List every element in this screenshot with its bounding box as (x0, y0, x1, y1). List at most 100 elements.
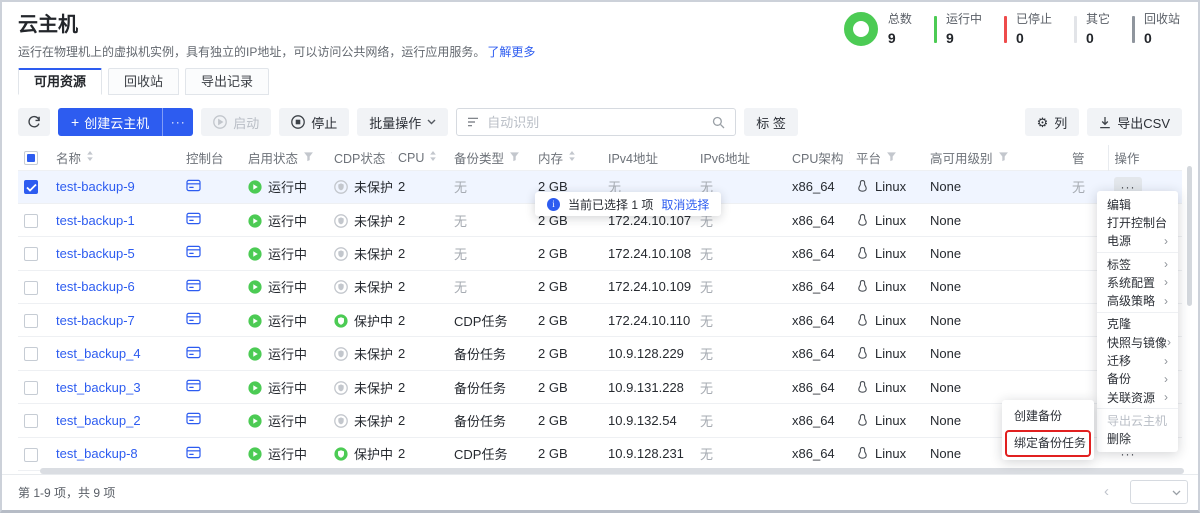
console-icon[interactable] (186, 212, 201, 225)
tag-button[interactable]: 标 签 (744, 108, 798, 136)
menu-item-system-config[interactable]: 系统配置› (1097, 273, 1178, 291)
start-button[interactable]: 启动 (201, 108, 271, 136)
submenu-item-bind-backup-task[interactable]: 绑定备份任务 (1005, 430, 1091, 457)
vm-name-link[interactable]: test-backup-5 (56, 246, 135, 261)
vm-name-link[interactable]: test-backup-1 (56, 213, 135, 228)
menu-item-clone[interactable]: 克隆 (1097, 315, 1178, 333)
column-header-cpu[interactable]: CPU (392, 145, 448, 170)
download-icon (1099, 116, 1111, 129)
column-header-memory[interactable]: 内存 (532, 145, 602, 170)
vm-name-link[interactable]: test-backup-7 (56, 313, 135, 328)
row-checkbox[interactable] (24, 180, 38, 194)
console-icon[interactable] (186, 446, 201, 459)
column-header-platform[interactable]: 平台 (850, 145, 924, 170)
column-header-ha-level[interactable]: 高可用级别 (924, 145, 1066, 170)
stat-label: 回收站 (1144, 12, 1180, 28)
row-checkbox[interactable] (24, 247, 38, 261)
menu-item-backup[interactable]: 备份› (1097, 370, 1178, 388)
ipv6-value: 无 (700, 247, 713, 262)
batch-actions-button[interactable]: 批量操作 (357, 108, 448, 136)
learn-more-link[interactable]: 了解更多 (487, 45, 535, 59)
stat-color-bar (934, 16, 937, 43)
menu-item-delete[interactable]: 删除 (1097, 430, 1178, 448)
console-icon[interactable] (186, 412, 201, 425)
create-vm-more-button[interactable]: ··· (162, 108, 193, 136)
menu-divider (1097, 312, 1178, 313)
vm-name-link[interactable]: test-backup-9 (56, 179, 135, 194)
table-row: test-backup-5运行中未保护2无2 GB172.24.10.108无x… (18, 237, 1182, 270)
vm-name-link[interactable]: test_backup_2 (56, 413, 141, 428)
backup-type-value: 无 (454, 280, 467, 295)
vm-name-link[interactable]: test_backup_4 (56, 346, 141, 361)
create-vm-button[interactable]: +创建云主机 (58, 108, 162, 136)
tab-recycle-bin[interactable]: 回收站 (108, 68, 179, 95)
console-icon[interactable] (186, 279, 201, 292)
console-icon[interactable] (186, 379, 201, 392)
row-checkbox[interactable] (24, 414, 38, 428)
menu-item-edit[interactable]: 编辑 (1097, 195, 1178, 213)
column-header-cpu-arch[interactable]: CPU架构 (786, 145, 850, 170)
selection-toast-text: 当前已选择 1 项 (568, 196, 653, 213)
menu-item-power[interactable]: 电源› (1097, 232, 1178, 250)
vm-name-link[interactable]: test-backup-6 (56, 279, 135, 294)
stop-button[interactable]: 停止 (279, 108, 349, 136)
cdp-state-text: 保护中 (354, 314, 392, 329)
context-menu: 编辑打开控制台电源› 标签›系统配置›高级策略› 克隆快照与镜像›迁移›备份›关联资… (1097, 191, 1178, 452)
export-csv-button[interactable]: 导出CSV (1087, 108, 1182, 136)
ipv4-value: 10.9.132.54 (608, 413, 677, 428)
menu-item-related-resources[interactable]: 关联资源› (1097, 388, 1178, 406)
row-checkbox[interactable] (24, 214, 38, 228)
column-header-power-state[interactable]: 启用状态 (242, 145, 328, 170)
cpu-value: 2 (398, 346, 405, 361)
columns-button[interactable]: ⚙列 (1025, 108, 1080, 136)
row-checkbox[interactable] (24, 448, 38, 462)
menu-item-tags[interactable]: 标签› (1097, 255, 1178, 273)
tab-export-records[interactable]: 导出记录 (185, 68, 269, 95)
stat-total: 总数9 (844, 12, 912, 47)
backup-submenu: 创建备份绑定备份任务 (1002, 400, 1094, 460)
row-checkbox[interactable] (24, 381, 38, 395)
vertical-scrollbar[interactable] (1187, 166, 1192, 306)
search-box[interactable] (456, 108, 736, 136)
console-icon[interactable] (186, 179, 201, 192)
column-header-name[interactable]: 名称 (50, 145, 180, 170)
cpu-arch-value: x86_64 (792, 279, 835, 294)
search-icon[interactable] (712, 116, 725, 129)
cpu-arch-value: x86_64 (792, 179, 835, 194)
vm-name-link[interactable]: test_backup-8 (56, 446, 138, 461)
ipv4-value: 10.9.131.228 (608, 380, 684, 395)
console-icon[interactable] (186, 346, 201, 359)
submenu-item-create-backup[interactable]: 创建备份 (1005, 403, 1091, 430)
select-all-checkbox[interactable] (18, 145, 50, 170)
row-checkbox[interactable] (24, 347, 38, 361)
row-checkbox[interactable] (24, 314, 38, 328)
unprotected-shield-icon (334, 414, 348, 428)
row-checkbox[interactable] (24, 281, 38, 295)
menu-item-snapshot-image[interactable]: 快照与镜像› (1097, 333, 1178, 351)
search-input[interactable] (487, 115, 704, 130)
console-icon[interactable] (186, 312, 201, 325)
stat-other: 其它0 (1074, 12, 1110, 47)
ipv4-value: 10.9.128.231 (608, 446, 684, 461)
submenu-arrow-icon: › (1164, 295, 1168, 307)
chevron-left-icon[interactable]: ‹ (1104, 484, 1109, 499)
stat-color-bar (1004, 16, 1007, 43)
column-header-backup-type[interactable]: 备份类型 (448, 145, 532, 170)
ipv6-value: 无 (700, 414, 713, 429)
page-size-select[interactable] (1130, 480, 1188, 504)
menu-item-advanced-policy[interactable]: 高级策略› (1097, 291, 1178, 309)
deselect-link[interactable]: 取消选择 (661, 196, 709, 213)
ha-level-value: None (930, 313, 961, 328)
tab-available-resources[interactable]: 可用资源 (18, 68, 102, 95)
vm-name-link[interactable]: test_backup_3 (56, 380, 141, 395)
menu-item-migrate[interactable]: 迁移› (1097, 351, 1178, 369)
cloud-vm-page: 云主机 运行在物理机上的虚拟机实例，具有独立的IP地址，可以访问公共网络，运行应… (0, 0, 1200, 513)
power-state-text: 运行中 (268, 214, 307, 229)
horizontal-scrollbar[interactable] (40, 468, 1184, 474)
cdp-state-text: 未保护 (354, 247, 392, 262)
console-icon[interactable] (186, 245, 201, 258)
column-header-cdp-state[interactable]: CDP状态 (328, 145, 392, 170)
menu-item-open-console[interactable]: 打开控制台 (1097, 213, 1178, 231)
refresh-button[interactable] (18, 108, 50, 136)
ipv6-value: 无 (700, 381, 713, 396)
